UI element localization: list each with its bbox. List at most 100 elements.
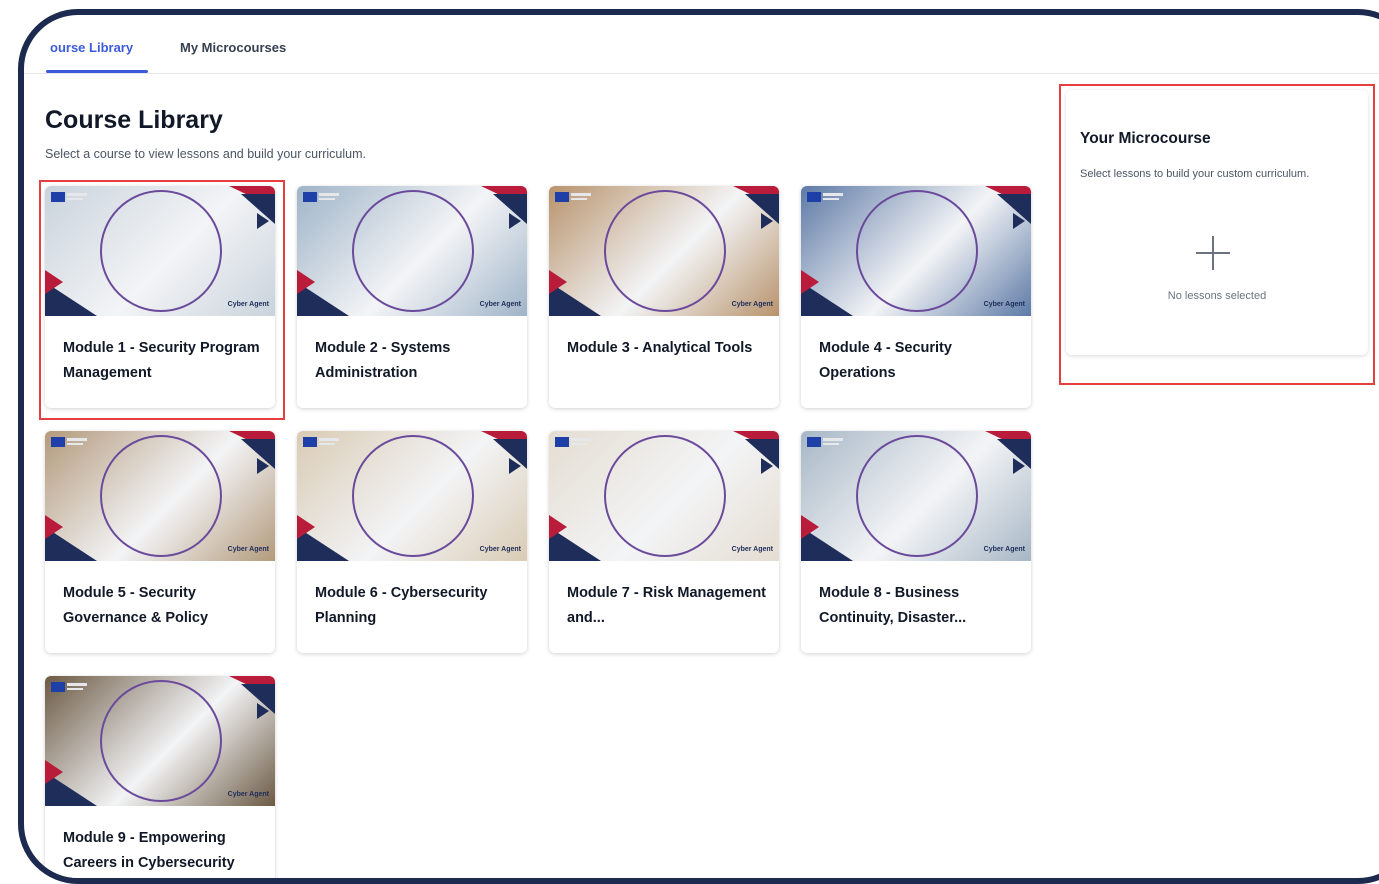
eu-label-line — [823, 198, 839, 200]
eu-label-line — [571, 443, 587, 445]
circle-frame-icon — [352, 435, 474, 557]
microcourse-subtitle: Select lessons to build your custom curr… — [1080, 168, 1310, 180]
circle-frame-icon — [604, 190, 726, 312]
circle-frame-icon — [100, 190, 222, 312]
course-thumbnail: Cyber Agent — [45, 676, 275, 806]
brand-logo: Cyber Agent — [227, 546, 269, 553]
brand-logo: Cyber Agent — [731, 301, 773, 308]
eu-label-line — [319, 193, 339, 196]
tab-bar: ourse Library My Microcourses — [24, 15, 1379, 74]
course-thumbnail: Cyber Agent — [45, 431, 275, 561]
circle-frame-icon — [856, 435, 978, 557]
eu-label-line — [67, 438, 87, 441]
play-arrow-icon — [549, 515, 567, 539]
eu-label-line — [67, 683, 87, 686]
play-arrow-icon — [801, 515, 819, 539]
eu-label-line — [67, 193, 87, 196]
eu-label-line — [571, 198, 587, 200]
course-title: Module 2 - Systems Administration — [315, 340, 451, 381]
page-subtitle: Select a course to view lessons and buil… — [45, 147, 366, 161]
course-card[interactable]: Cyber Agent Module 7 - Risk Management an… — [549, 431, 779, 653]
play-arrow-icon — [549, 270, 567, 294]
eu-flag-icon — [51, 682, 65, 692]
eu-flag-icon — [555, 437, 569, 447]
play-arrow-icon — [1013, 213, 1025, 229]
course-thumbnail: Cyber Agent — [297, 431, 527, 561]
play-arrow-icon — [509, 458, 521, 474]
eu-flag-icon — [303, 192, 317, 202]
play-arrow-icon — [801, 270, 819, 294]
play-arrow-icon — [257, 458, 269, 474]
course-card[interactable]: Cyber Agent Module 4 - Security Operation… — [801, 186, 1031, 408]
course-thumbnail: Cyber Agent — [297, 186, 527, 316]
microcourse-title: Your Microcourse — [1080, 130, 1211, 147]
course-title: Module 6 - Cybersecurity Planning — [315, 585, 488, 626]
course-thumbnail: Cyber Agent — [549, 431, 779, 561]
eu-label-line — [571, 438, 591, 441]
eu-flag-icon — [51, 437, 65, 447]
course-card[interactable]: Cyber Agent Module 1 - Security Program M… — [45, 186, 275, 408]
eu-label-line — [319, 438, 339, 441]
brand-logo: Cyber Agent — [983, 301, 1025, 308]
microcourse-panel: Your Microcourse Select lessons to build… — [1066, 90, 1368, 355]
play-arrow-icon — [761, 458, 773, 474]
course-card[interactable]: Cyber Agent Module 8 - Business Continuit… — [801, 431, 1031, 653]
course-title: Module 8 - Business Continuity, Disaster… — [819, 585, 967, 626]
eu-flag-icon — [303, 437, 317, 447]
course-thumbnail: Cyber Agent — [549, 186, 779, 316]
eu-label-line — [67, 443, 83, 445]
brand-logo: Cyber Agent — [227, 791, 269, 798]
circle-frame-icon — [100, 435, 222, 557]
brand-logo: Cyber Agent — [731, 546, 773, 553]
play-arrow-icon — [1013, 458, 1025, 474]
eu-label-line — [823, 193, 843, 196]
play-arrow-icon — [257, 703, 269, 719]
eu-label-line — [319, 443, 335, 445]
plus-icon[interactable] — [1196, 236, 1230, 270]
play-arrow-icon — [509, 213, 521, 229]
eu-label-line — [319, 198, 335, 200]
active-tab-indicator — [46, 70, 148, 73]
circle-frame-icon — [604, 435, 726, 557]
eu-label-line — [67, 198, 83, 200]
eu-flag-icon — [807, 192, 821, 202]
device-frame: ourse Library My Microcourses Course Lib… — [18, 9, 1379, 884]
circle-frame-icon — [856, 190, 978, 312]
eu-flag-icon — [555, 192, 569, 202]
course-card[interactable]: Cyber Agent Module 2 - Systems Administra… — [297, 186, 527, 408]
play-arrow-icon — [45, 760, 63, 784]
course-title: Module 7 - Risk Management and... — [567, 585, 767, 626]
play-arrow-icon — [297, 270, 315, 294]
course-thumbnail: Cyber Agent — [45, 186, 275, 316]
tab-course-library[interactable]: ourse Library — [50, 40, 133, 55]
course-thumbnail: Cyber Agent — [801, 431, 1031, 561]
course-title: Module 3 - Analytical Tools — [567, 340, 753, 356]
course-title: Module 4 - Security Operations — [819, 340, 952, 381]
eu-label-line — [571, 193, 591, 196]
course-title: Module 9 - Empowering Careers in Cyberse… — [63, 830, 235, 871]
empty-state-text: No lessons selected — [1167, 290, 1267, 302]
play-arrow-icon — [761, 213, 773, 229]
brand-logo: Cyber Agent — [479, 301, 521, 308]
play-arrow-icon — [45, 515, 63, 539]
eu-label-line — [823, 438, 843, 441]
eu-label-line — [67, 688, 83, 690]
course-card[interactable]: Cyber Agent Module 5 - Security Governanc… — [45, 431, 275, 653]
brand-logo: Cyber Agent — [479, 546, 521, 553]
circle-frame-icon — [100, 680, 222, 802]
course-card[interactable]: Cyber Agent Module 3 - Analytical Tools — [549, 186, 779, 408]
eu-flag-icon — [807, 437, 821, 447]
course-thumbnail: Cyber Agent — [801, 186, 1031, 316]
eu-label-line — [823, 443, 839, 445]
play-arrow-icon — [45, 270, 63, 294]
course-card[interactable]: Cyber Agent Module 6 - Cybersecurity Plan… — [297, 431, 527, 653]
course-title: Module 1 - Security Program Management — [63, 340, 260, 381]
eu-flag-icon — [51, 192, 65, 202]
course-card[interactable]: Cyber Agent Module 9 - Empowering Careers… — [45, 676, 275, 878]
page-title: Course Library — [45, 106, 223, 134]
play-arrow-icon — [297, 515, 315, 539]
brand-logo: Cyber Agent — [227, 301, 269, 308]
tab-my-microcourses[interactable]: My Microcourses — [180, 40, 286, 55]
course-title: Module 5 - Security Governance & Policy — [63, 585, 209, 626]
play-arrow-icon — [257, 213, 269, 229]
